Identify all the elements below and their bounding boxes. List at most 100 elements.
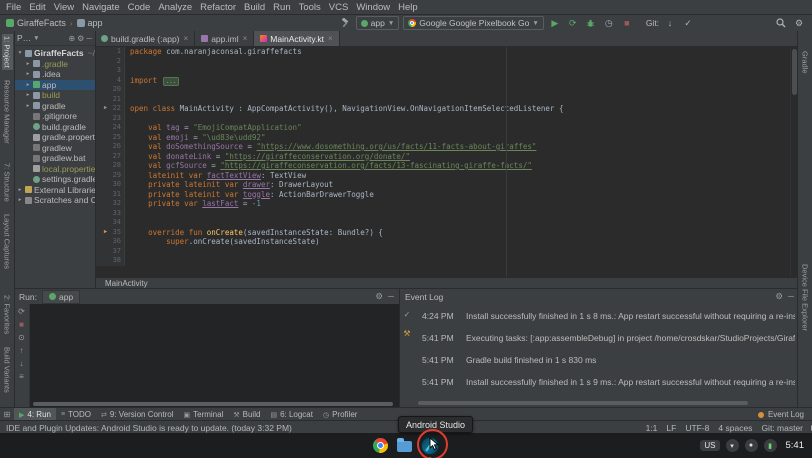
hide-panel-icon[interactable]: ─ — [86, 34, 92, 43]
run-console-scrollbar[interactable] — [33, 402, 393, 406]
stop-icon[interactable]: ■ — [19, 320, 24, 329]
code-line[interactable]: 33 — [95, 209, 798, 219]
run-line-marker-icon[interactable]: ▶ — [102, 228, 109, 238]
project-item-settings-gradle[interactable]: settings.gradle — [14, 174, 95, 185]
menu-view[interactable]: View — [50, 2, 78, 13]
code-line[interactable]: 28 val gcfSource = "https://giraffeconse… — [95, 161, 798, 171]
project-item-idea[interactable]: ▸.idea — [14, 69, 95, 80]
menu-window[interactable]: Window — [352, 2, 394, 13]
restart-activity-icon[interactable]: ⊙ — [18, 333, 25, 342]
event-log-entry[interactable]: 4:24 PMInstall successfully finished in … — [422, 311, 795, 321]
code-line[interactable]: 29 lateinit var factTextView: TextView — [95, 171, 798, 181]
code-line[interactable]: 23 — [95, 114, 798, 124]
menu-navigate[interactable]: Navigate — [78, 2, 124, 13]
code-line[interactable]: 25 val emoji = "\ud83e\udd92" — [95, 133, 798, 143]
breadcrumb-module[interactable]: app — [77, 18, 103, 28]
project-item-scratches-and-consoles[interactable]: ▸Scratches and Consoles — [14, 195, 95, 206]
tree-arrow-icon[interactable]: ▾ — [17, 50, 23, 56]
run-configuration-select[interactable]: app ▼ — [356, 16, 400, 30]
status-git-master[interactable]: Git: master — [761, 423, 803, 433]
editor-tab-build-gradle-app[interactable]: build.gradle (:app)× — [95, 31, 195, 46]
tool-stripe-1-project[interactable]: 1: Project — [2, 34, 13, 70]
project-item-gradle[interactable]: ▸gradle — [14, 101, 95, 112]
close-icon[interactable]: × — [184, 34, 189, 43]
run-console[interactable] — [30, 304, 399, 408]
project-item-local-properties[interactable]: local.properties — [14, 164, 95, 175]
status-utf-8[interactable]: UTF-8 — [685, 423, 709, 433]
project-item-gradle-properties[interactable]: gradle.properties — [14, 132, 95, 143]
scroll-down-icon[interactable]: ↓ — [20, 359, 24, 368]
search-everywhere-icon[interactable] — [774, 17, 788, 30]
code-line[interactable]: 37 — [95, 247, 798, 257]
tool-stripe-gradle[interactable]: Gradle — [800, 49, 811, 76]
menu-file[interactable]: File — [2, 2, 25, 13]
tree-arrow-icon[interactable]: ▸ — [25, 103, 31, 109]
project-item-build[interactable]: ▸build — [14, 90, 95, 101]
apply-changes-button[interactable]: ⟳ — [566, 17, 580, 30]
event-log-entry[interactable]: 5:41 PMExecuting tasks: [:app:assembleDe… — [422, 333, 795, 343]
status-lf[interactable]: LF — [666, 423, 676, 433]
tool-stripe-7-structure[interactable]: 7: Structure — [2, 161, 13, 204]
menu-code[interactable]: Code — [124, 2, 155, 13]
debug-button[interactable] — [584, 17, 598, 30]
code-line[interactable]: 27 val donateLink = "https://giraffecons… — [95, 152, 798, 162]
code-line[interactable]: 36 super.onCreate(savedInstanceState) — [95, 237, 798, 247]
chevron-down-icon[interactable]: ▼ — [33, 35, 39, 42]
code-line[interactable]: 32 private var lastFact = -1 — [95, 199, 798, 209]
menu-help[interactable]: Help — [394, 2, 422, 13]
code-line[interactable]: 34 — [95, 218, 798, 228]
project-item-gitignore[interactable]: .gitignore — [14, 111, 95, 122]
build-hammer-icon[interactable] — [338, 17, 352, 30]
code-line[interactable]: 26 val doSomethingSource = "https://www.… — [95, 142, 798, 152]
tool-stripe-resource-manager[interactable]: Resource Manager — [2, 78, 13, 146]
menu-tools[interactable]: Tools — [295, 2, 325, 13]
expand-all-icon[interactable]: ⊕ — [68, 34, 75, 43]
event-log-scrollbar[interactable] — [418, 401, 748, 405]
editor-tab-mainactivity-kt[interactable]: MainActivity.kt× — [254, 31, 339, 46]
code-line[interactable]: 38 — [95, 256, 798, 266]
tool-stripe-build-variants[interactable]: Build Variants — [2, 345, 13, 395]
project-item-gradle[interactable]: ▸.gradle — [14, 59, 95, 70]
class-marker-icon[interactable]: ▶ — [102, 104, 109, 114]
code-line[interactable]: 3 — [95, 66, 798, 76]
mark-all-read-icon[interactable]: ✓ — [404, 310, 411, 319]
project-item-app[interactable]: ▸app — [14, 80, 95, 91]
tree-arrow-icon[interactable]: ▸ — [25, 82, 31, 88]
android-studio-taskbar-icon[interactable] — [421, 437, 439, 455]
files-taskbar-icon[interactable] — [397, 439, 412, 452]
code-line[interactable]: 21 — [95, 95, 798, 105]
tool-stripe-device-file-explorer[interactable]: Device File Explorer — [800, 262, 811, 333]
project-item-gradlew[interactable]: gradlew — [14, 143, 95, 154]
menu-edit[interactable]: Edit — [25, 2, 49, 13]
menu-analyze[interactable]: Analyze — [154, 2, 196, 13]
notification-icon[interactable]: ● — [745, 439, 758, 452]
status-4-spaces[interactable]: 4 spaces — [718, 423, 752, 433]
run-tab-app[interactable]: app — [42, 290, 80, 304]
close-icon[interactable]: × — [243, 34, 248, 43]
clock[interactable]: 5:41 — [786, 440, 805, 451]
hide-panel-icon[interactable]: ─ — [788, 291, 794, 302]
project-item-external-libraries[interactable]: ▸External Libraries — [14, 185, 95, 196]
close-icon[interactable]: × — [328, 34, 333, 43]
tree-arrow-icon[interactable]: ▸ — [25, 71, 31, 77]
tree-arrow-icon[interactable]: ▸ — [17, 197, 23, 203]
tree-arrow-icon[interactable]: ▸ — [25, 92, 31, 98]
code-line[interactable]: ▶35 override fun onCreate(savedInstanceS… — [95, 228, 798, 238]
menu-run[interactable]: Run — [269, 2, 294, 13]
project-item-gradlew-bat[interactable]: gradlew.bat — [14, 153, 95, 164]
breadcrumb-project[interactable]: GiraffeFacts — [6, 18, 66, 28]
scroll-up-icon[interactable]: ↑ — [20, 346, 24, 355]
breadcrumb-class[interactable]: MainActivity — [105, 279, 148, 288]
event-log-entry[interactable]: 5:41 PMGradle build finished in 1 s 830 … — [422, 355, 795, 365]
code-line[interactable]: 2 — [95, 57, 798, 67]
gear-icon[interactable]: ⚙ — [77, 34, 84, 43]
settings-gear-icon[interactable]: ⚙ — [792, 17, 806, 30]
project-item-build-gradle[interactable]: build.gradle — [14, 122, 95, 133]
project-panel-title[interactable]: P… — [17, 33, 31, 43]
code-line[interactable]: 31 private lateinit var toggle: ActionBa… — [95, 190, 798, 200]
stop-button[interactable]: ■ — [620, 17, 634, 30]
editor-tab-app-iml[interactable]: app.iml× — [195, 31, 254, 46]
soft-wrap-icon[interactable]: ≡ — [19, 372, 24, 381]
editor[interactable]: 1package com.naranjaconsal.giraffefacts2… — [95, 47, 798, 277]
keyboard-layout-indicator[interactable]: US — [700, 440, 719, 451]
